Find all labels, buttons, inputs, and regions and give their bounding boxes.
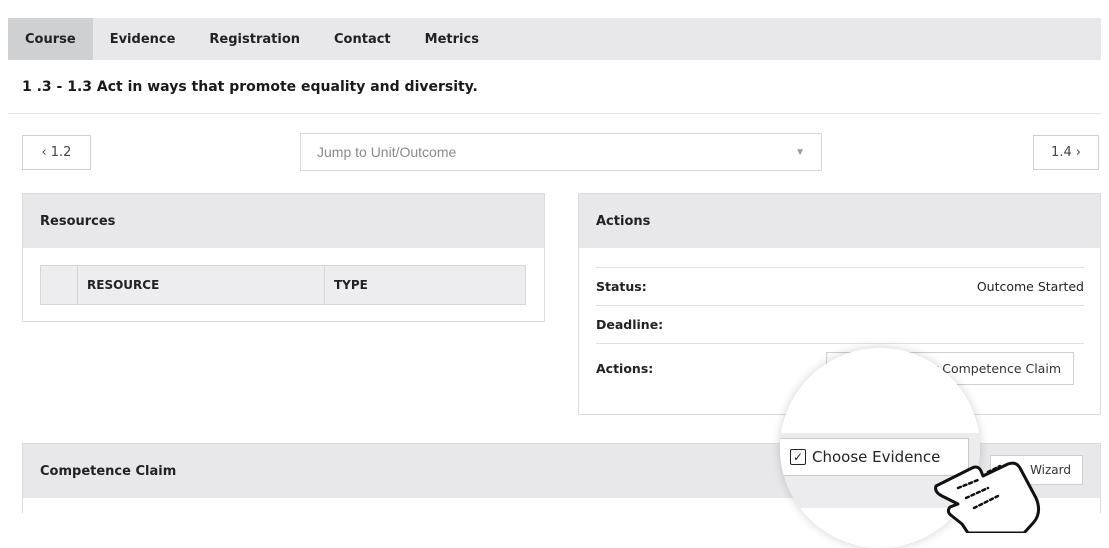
page-title: 1 .3 - 1.3 Act in ways that promote equa… — [22, 79, 478, 95]
actions-panel-title: Actions — [579, 194, 1100, 248]
tab-contact[interactable]: Contact — [317, 18, 408, 60]
chevron-right-icon: › — [1075, 145, 1081, 160]
deadline-row: Deadline: — [596, 305, 1084, 343]
chevron-left-icon: ‹ — [41, 145, 47, 160]
status-value: Outcome Started — [976, 279, 1084, 294]
column-header-type[interactable]: TYPE — [325, 266, 525, 304]
deadline-label: Deadline: — [596, 317, 664, 332]
status-label: Status: — [596, 279, 647, 294]
chevron-down-icon: ▼ — [795, 146, 805, 158]
next-outcome-label: 1.4 — [1051, 145, 1072, 160]
prev-outcome-button[interactable]: ‹ 1.2 — [22, 135, 91, 170]
title-divider — [8, 113, 1101, 114]
tab-evidence[interactable]: Evidence — [93, 18, 193, 60]
resources-panel: Resources RESOURCE TYPE — [22, 193, 545, 322]
tab-metrics[interactable]: Metrics — [408, 18, 496, 60]
jump-to-outcome-select[interactable]: Jump to Unit/Outcome ▼ — [300, 133, 822, 171]
tab-registration[interactable]: Registration — [192, 18, 317, 60]
resources-panel-title: Resources — [23, 194, 544, 248]
actions-label: Actions: — [596, 361, 654, 376]
next-outcome-button[interactable]: 1.4 › — [1033, 135, 1099, 170]
table-select-column — [41, 266, 78, 304]
tab-course[interactable]: Course — [8, 18, 93, 60]
column-header-resource[interactable]: RESOURCE — [78, 266, 325, 304]
resources-table-header: RESOURCE TYPE — [40, 265, 526, 305]
pointer-hand-icon — [934, 461, 1041, 533]
prev-outcome-label: 1.2 — [50, 145, 72, 160]
tab-bar: Course Evidence Registration Contact Met… — [8, 18, 1101, 60]
choose-evidence-label: Choose Evidence — [812, 448, 941, 466]
status-row: Status: Outcome Started — [596, 267, 1084, 305]
jump-select-placeholder: Jump to Unit/Outcome — [317, 144, 457, 160]
checkbox-checked-icon: ✓ — [790, 449, 806, 465]
